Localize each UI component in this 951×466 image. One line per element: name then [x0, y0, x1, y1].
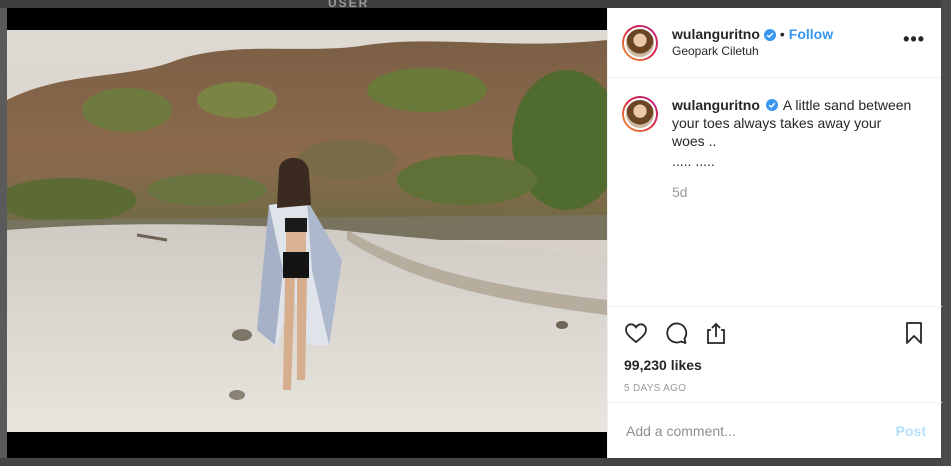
background-feed-bottom	[0, 458, 951, 466]
username[interactable]: wulanguritno	[672, 26, 760, 44]
post-photo[interactable]	[7, 30, 607, 432]
heart-icon[interactable]	[624, 321, 648, 345]
post-actions: 99,230 likes 5 DAYS AGO	[608, 306, 942, 394]
caption-username[interactable]: wulanguritno	[672, 97, 760, 113]
caption-block: wulanguritno A little sand between your …	[608, 78, 941, 170]
caption-extra: ..... .....	[672, 153, 715, 169]
comment-box: Post	[608, 402, 942, 458]
follow-button[interactable]: Follow	[789, 26, 833, 44]
verified-icon	[765, 99, 778, 111]
bookmark-icon[interactable]	[902, 321, 926, 345]
post-comment-button[interactable]: Post	[896, 423, 926, 439]
background-feed-right	[941, 0, 951, 466]
post-modal: wulanguritno • Follow Geopark Ciletuh ••…	[7, 8, 942, 458]
caption-avatar[interactable]	[622, 96, 658, 132]
avatar[interactable]	[622, 24, 658, 61]
more-icon[interactable]: •••	[903, 29, 925, 50]
share-icon[interactable]	[704, 321, 728, 345]
post-date[interactable]: 5 DAYS AGO	[624, 383, 926, 394]
separator-dot: •	[779, 26, 785, 43]
caption-text-block: wulanguritno A little sand between your …	[672, 96, 912, 170]
background-feed-strip	[0, 0, 951, 8]
likes-count[interactable]: 99,230 likes	[624, 357, 926, 373]
comment-input[interactable]	[624, 421, 896, 440]
post-panel: wulanguritno • Follow Geopark Ciletuh ••…	[607, 8, 942, 458]
caption-time[interactable]: 5d	[672, 184, 941, 200]
post-media[interactable]	[7, 8, 607, 458]
comment-icon[interactable]	[664, 321, 688, 345]
location-link[interactable]: Geopark Ciletuh	[672, 44, 903, 59]
verified-icon	[763, 29, 776, 41]
post-header: wulanguritno • Follow Geopark Ciletuh ••…	[608, 8, 941, 78]
